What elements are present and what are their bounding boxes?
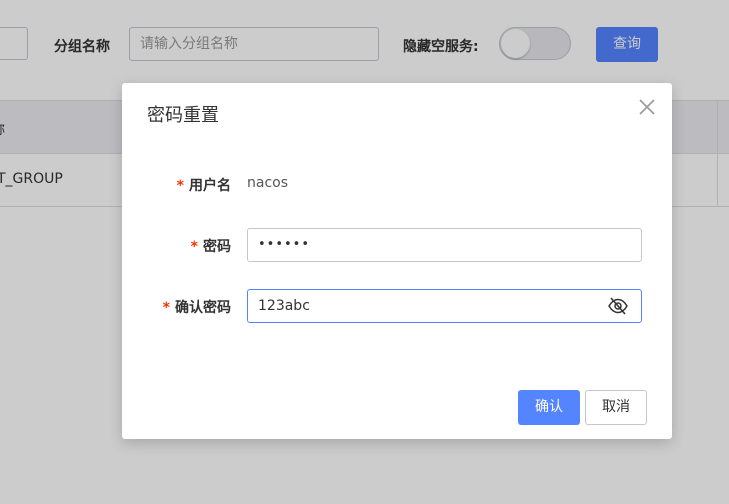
confirm-password-label: * 确认密码 — [163, 297, 231, 317]
confirm-password-input-value: 123abc — [258, 298, 310, 314]
password-label: * 密码 — [191, 236, 231, 256]
password-input[interactable]: •••••• — [247, 228, 642, 262]
username-label-text: 用户名 — [189, 178, 231, 194]
eye-off-icon[interactable] — [607, 296, 629, 316]
confirm-password-label-text: 确认密码 — [175, 300, 231, 316]
username-label: * 用户名 — [177, 175, 231, 195]
cancel-button[interactable]: 取消 — [585, 390, 647, 425]
required-asterisk: * — [162, 300, 170, 316]
confirm-button[interactable]: 确认 — [518, 390, 580, 425]
dialog-title: 密码重置 — [147, 105, 219, 126]
confirm-password-input[interactable]: 123abc — [247, 289, 642, 323]
username-value: nacos — [247, 175, 289, 191]
reset-password-dialog: 密码重置 * 用户名 nacos * 密码 •••••• * 确认密码 123abc … — [122, 83, 672, 439]
required-asterisk: * — [190, 239, 198, 255]
required-asterisk: * — [176, 178, 184, 194]
password-input-value: •••••• — [258, 237, 311, 252]
close-icon[interactable] — [637, 97, 657, 117]
password-label-text: 密码 — [203, 239, 231, 255]
